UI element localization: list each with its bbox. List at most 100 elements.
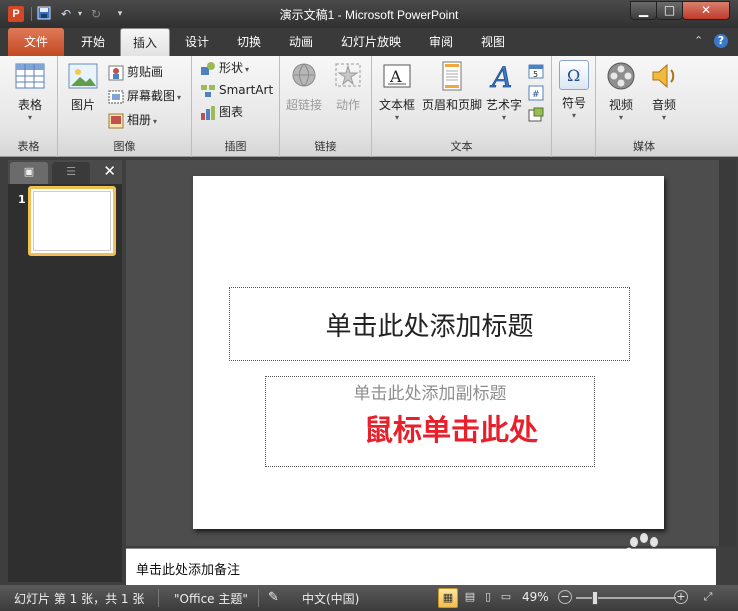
symbol-button[interactable]: Ω 符号 ▾ bbox=[556, 60, 592, 121]
tab-insert[interactable]: 插入 bbox=[120, 28, 170, 56]
tab-view[interactable]: 视图 bbox=[470, 28, 516, 56]
screenshot-button[interactable]: 屏幕截图 ▾ bbox=[108, 86, 181, 106]
table-button[interactable]: 表格 ▾ bbox=[10, 60, 50, 123]
slide-count-status: 幻灯片 第 1 张，共 1 张 bbox=[14, 592, 145, 606]
picture-label: 图片 bbox=[70, 98, 95, 112]
insert-object-button[interactable] bbox=[528, 104, 547, 124]
group-media: 视频 ▾ 音频 ▾ 媒体 bbox=[596, 56, 692, 157]
svg-text:A: A bbox=[489, 61, 512, 92]
reading-view-icon[interactable]: ▯ bbox=[478, 588, 498, 608]
clip-art-button[interactable]: 剪贴画 bbox=[108, 62, 163, 82]
help-icon[interactable]: ? bbox=[714, 34, 728, 48]
fit-to-window-icon[interactable]: ⤢ bbox=[698, 588, 718, 608]
zoom-level[interactable]: 49% bbox=[522, 590, 549, 604]
smartart-label: SmartArt bbox=[219, 83, 274, 97]
language-status[interactable]: 中文(中国) bbox=[302, 590, 359, 607]
ribbon-tabs: 文件 开始 插入 设计 切换 动画 幻灯片放映 审阅 视图 ⌃ ? bbox=[0, 28, 738, 56]
shapes-icon bbox=[200, 61, 216, 77]
group-text: A 文本框 ▾ 页眉和页脚 A 艺术字 ▾ 5 # 文本 bbox=[372, 56, 552, 157]
minimize-button[interactable]: ▁ bbox=[630, 1, 657, 20]
group-images-label: 图像 bbox=[113, 140, 136, 153]
zoom-in-icon[interactable]: + bbox=[674, 590, 688, 604]
notes-placeholder: 单击此处添加备注 bbox=[136, 563, 241, 578]
video-button[interactable]: 视频 ▾ bbox=[600, 60, 642, 123]
tab-home[interactable]: 开始 bbox=[70, 28, 116, 56]
group-illustrations-label: 插图 bbox=[224, 140, 247, 153]
svg-text:A: A bbox=[389, 67, 402, 86]
photo-album-button[interactable]: 相册 ▾ bbox=[108, 110, 157, 130]
subtitle-placeholder-text: 单击此处添加副标题 bbox=[353, 384, 507, 404]
slide-thumbnail-canvas bbox=[33, 191, 111, 251]
group-tables-label: 表格 bbox=[17, 140, 40, 153]
normal-view-icon[interactable]: ▦ bbox=[438, 588, 458, 608]
slide-sorter-icon[interactable]: ▤ bbox=[460, 588, 480, 608]
photo-album-label: 相册 bbox=[127, 113, 152, 127]
theme-status[interactable]: "Office 主题" bbox=[174, 590, 248, 607]
audio-button[interactable]: 音频 ▾ bbox=[644, 60, 684, 123]
table-dropdown-icon: ▾ bbox=[27, 113, 32, 122]
hyperlink-icon bbox=[288, 60, 320, 92]
zoom-slider-track[interactable] bbox=[576, 597, 676, 599]
header-footer-icon bbox=[436, 60, 468, 92]
zoom-slider-thumb[interactable] bbox=[592, 591, 598, 605]
slides-panel: ▣ ☰ ✕ 1 bbox=[8, 160, 122, 582]
header-footer-label: 页眉和页脚 bbox=[421, 98, 482, 112]
clip-art-icon bbox=[108, 65, 124, 81]
slideshow-view-icon[interactable]: ▭ bbox=[496, 588, 516, 608]
tab-animations[interactable]: 动画 bbox=[278, 28, 324, 56]
svg-text:Ω: Ω bbox=[567, 66, 580, 85]
chart-icon bbox=[200, 105, 216, 121]
date-time-button[interactable]: 5 bbox=[528, 60, 547, 80]
minimize-ribbon-icon[interactable]: ⌃ bbox=[694, 34, 703, 47]
wordart-button[interactable]: A 艺术字 ▾ bbox=[484, 60, 524, 123]
group-tables: 表格 ▾ 表格 bbox=[0, 56, 58, 157]
title-placeholder[interactable]: 单击此处添加标题 bbox=[229, 287, 630, 361]
slide-number-icon: # bbox=[528, 85, 544, 101]
picture-button[interactable]: 图片 bbox=[64, 60, 102, 113]
maximize-button[interactable]: □ bbox=[656, 1, 683, 20]
picture-icon bbox=[67, 60, 99, 92]
ribbon-panel: 表格 ▾ 表格 图片 剪贴画 屏幕截图 ▾ 相册 ▾ 图像 形状 ▾ SmartArt bbox=[0, 56, 738, 157]
tab-design[interactable]: 设计 bbox=[174, 28, 220, 56]
outline-tab-icon[interactable]: ☰ bbox=[52, 162, 90, 184]
tab-slideshow[interactable]: 幻灯片放映 bbox=[332, 28, 410, 56]
hyperlink-label: 超链接 bbox=[285, 98, 322, 112]
tab-file[interactable]: 文件 bbox=[8, 28, 64, 56]
screenshot-dropdown-icon: ▾ bbox=[177, 93, 182, 102]
close-panel-icon[interactable]: ✕ bbox=[103, 162, 116, 180]
spellcheck-icon[interactable]: ✎ bbox=[268, 590, 279, 605]
header-footer-button[interactable]: 页眉和页脚 bbox=[420, 60, 484, 113]
slide-number-button[interactable]: # bbox=[528, 82, 547, 102]
shapes-dropdown-icon: ▾ bbox=[245, 65, 250, 74]
slide-canvas[interactable]: 单击此处添加标题 单击此处添加副标题 鼠标单击此处 bbox=[193, 176, 664, 529]
group-symbols: Ω 符号 ▾ bbox=[552, 56, 596, 157]
video-dropdown-icon: ▾ bbox=[618, 113, 623, 122]
textbox-button[interactable]: A 文本框 ▾ bbox=[376, 60, 418, 123]
tab-transitions[interactable]: 切换 bbox=[226, 28, 272, 56]
group-images: 图片 剪贴画 屏幕截图 ▾ 相册 ▾ 图像 bbox=[58, 56, 192, 157]
textbox-icon: A bbox=[381, 60, 413, 92]
symbol-label: 符号 bbox=[561, 96, 586, 110]
action-label: 动作 bbox=[335, 98, 360, 112]
screenshot-label: 屏幕截图 bbox=[127, 89, 176, 103]
video-icon bbox=[605, 60, 637, 92]
smartart-button[interactable]: SmartArt bbox=[200, 80, 273, 100]
hyperlink-button[interactable]: 超链接 bbox=[284, 60, 324, 113]
svg-text:5: 5 bbox=[533, 70, 538, 79]
slides-tab-icon[interactable]: ▣ bbox=[10, 162, 48, 184]
group-media-label: 媒体 bbox=[633, 140, 655, 153]
zoom-out-icon[interactable]: − bbox=[558, 590, 572, 604]
shapes-button[interactable]: 形状 ▾ bbox=[200, 58, 249, 78]
slide-thumbnail-number: 1 bbox=[18, 193, 26, 206]
audio-label: 音频 bbox=[651, 98, 676, 112]
vertical-scrollbar[interactable] bbox=[719, 160, 736, 546]
tab-review[interactable]: 审阅 bbox=[418, 28, 464, 56]
slide-thumbnail[interactable] bbox=[28, 186, 116, 256]
group-illustrations: 形状 ▾ SmartArt 图表 插图 bbox=[192, 56, 280, 157]
subtitle-placeholder[interactable]: 单击此处添加副标题 鼠标单击此处 bbox=[265, 376, 595, 467]
chart-button[interactable]: 图表 bbox=[200, 102, 243, 122]
photo-album-icon bbox=[108, 113, 124, 129]
action-button[interactable]: 动作 bbox=[328, 60, 368, 113]
close-button[interactable]: ✕ bbox=[682, 1, 730, 20]
status-separator bbox=[258, 589, 259, 607]
